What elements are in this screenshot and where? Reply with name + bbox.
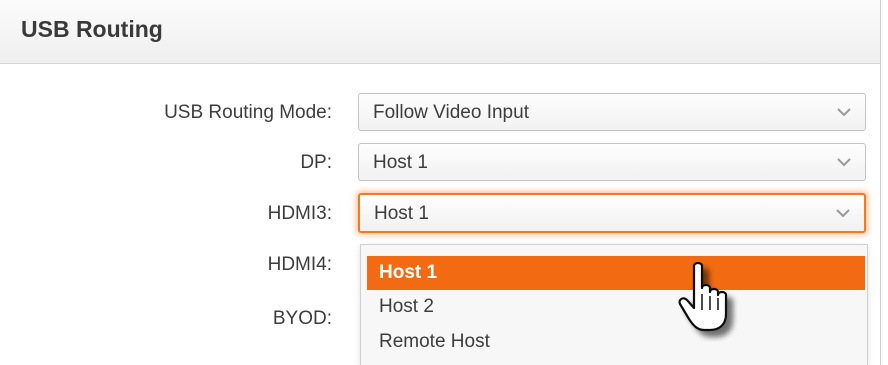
chevron-down-icon xyxy=(837,158,851,167)
panel-title: USB Routing xyxy=(21,16,163,42)
hdmi3-dropdown-list: Host 1 Host 2 Remote Host xyxy=(360,244,868,365)
panel-header: USB Routing xyxy=(0,0,880,64)
hdmi3-select[interactable]: Host 1 xyxy=(358,193,866,233)
hand-pointer-icon xyxy=(678,261,728,332)
hdmi3-value: Host 1 xyxy=(374,203,429,224)
usb-routing-mode-label: USB Routing Mode: xyxy=(164,102,332,123)
dropdown-option-host-2[interactable]: Host 2 xyxy=(367,290,865,324)
dp-select[interactable]: Host 1 xyxy=(358,143,866,181)
chevron-down-icon xyxy=(836,209,850,218)
usb-routing-mode-value: Follow Video Input xyxy=(373,102,529,123)
hdmi3-label: HDMI3: xyxy=(267,203,332,224)
hdmi4-label: HDMI4: xyxy=(267,254,332,275)
dropdown-option-host-1[interactable]: Host 1 xyxy=(367,256,865,290)
chevron-down-icon xyxy=(837,108,851,117)
usb-routing-mode-select[interactable]: Follow Video Input xyxy=(358,93,866,131)
dp-value: Host 1 xyxy=(373,152,428,173)
dropdown-option-remote-host[interactable]: Remote Host xyxy=(367,325,865,359)
usb-routing-panel: USB Routing USB Routing Mode: Follow Vid… xyxy=(0,0,881,365)
byod-label: BYOD: xyxy=(272,308,332,329)
dp-label: DP: xyxy=(300,152,332,173)
